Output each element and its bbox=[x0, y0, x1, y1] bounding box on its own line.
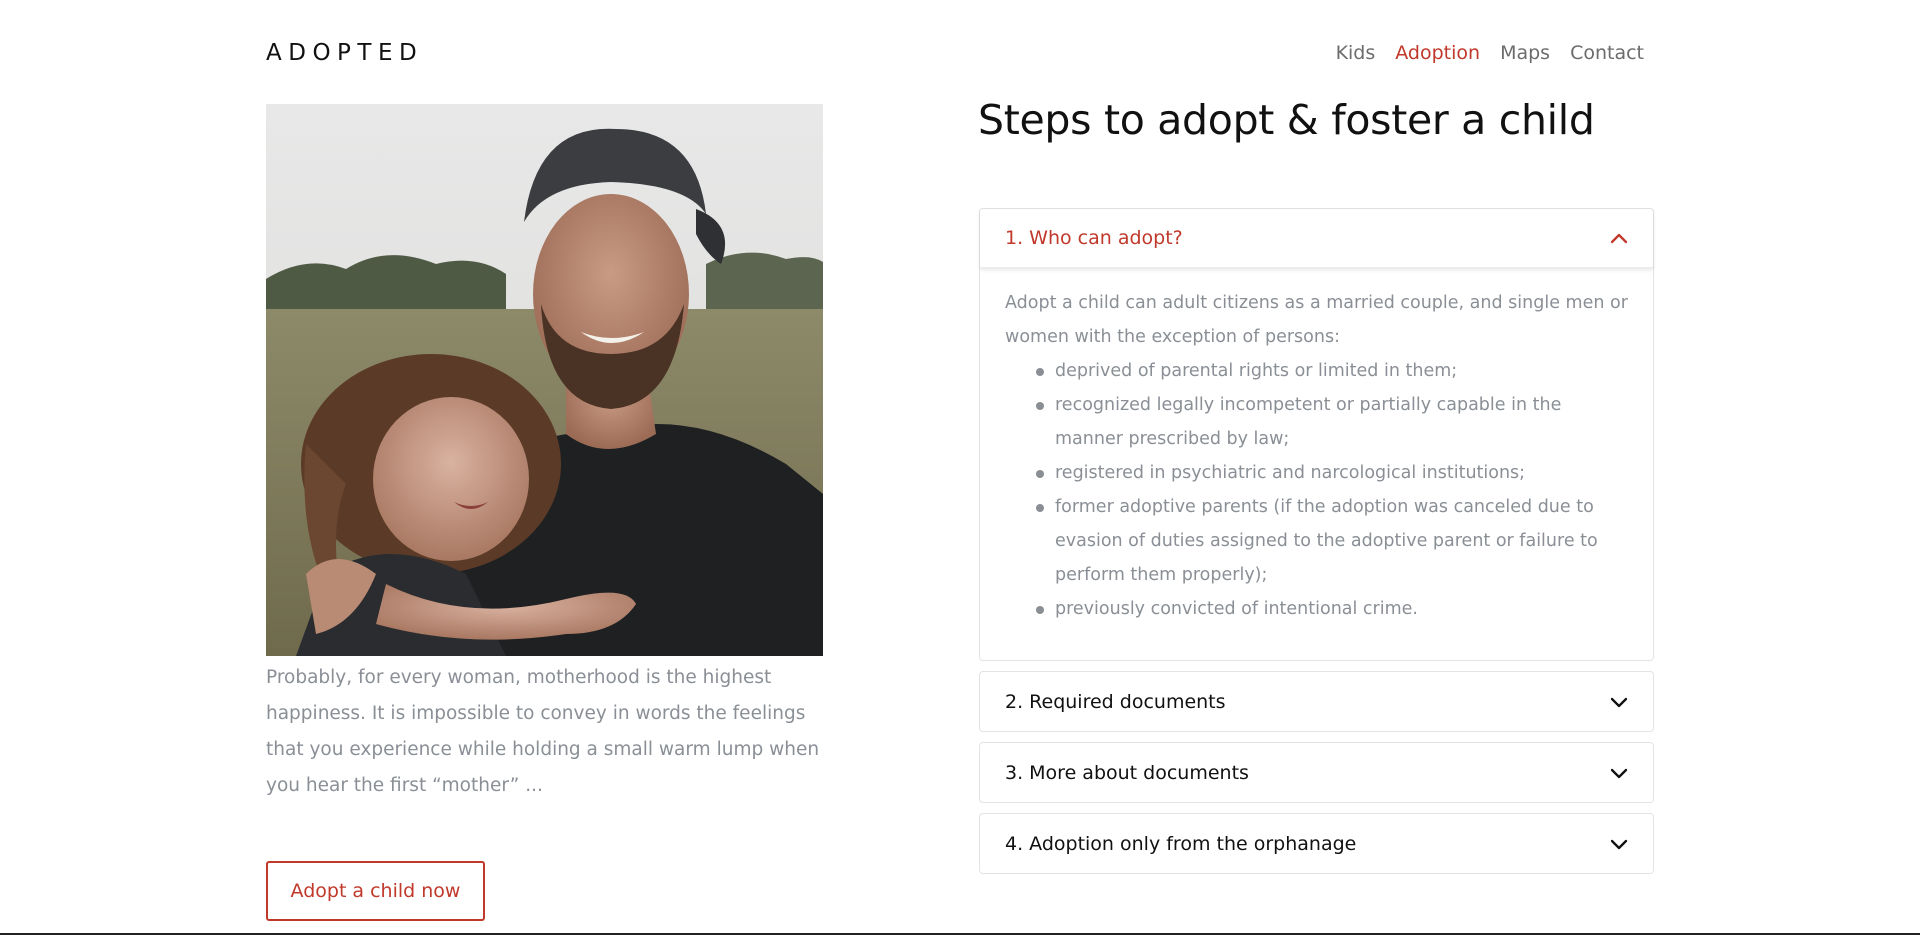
accordion-header-more-documents[interactable]: 3. More about documents bbox=[980, 743, 1653, 802]
page: ADOPTED Kids Adoption Maps Contact Proba… bbox=[0, 0, 1920, 935]
nav-adoption[interactable]: Adoption bbox=[1395, 42, 1480, 64]
accordion-title: 2. Required documents bbox=[1005, 690, 1226, 713]
logo[interactable]: ADOPTED bbox=[266, 40, 423, 66]
accordion-title: 3. More about documents bbox=[1005, 761, 1249, 784]
list-item: recognized legally incompetent or partia… bbox=[1030, 388, 1629, 456]
steps-accordion: 1. Who can adopt? Adopt a child can adul… bbox=[979, 208, 1654, 874]
accordion-item: 4. Adoption only from the orphanage bbox=[979, 813, 1654, 874]
accordion-body-text: Adopt a child can adult citizens as a ma… bbox=[1005, 293, 1628, 347]
list-item: registered in psychiatric and narcologic… bbox=[1030, 456, 1629, 490]
nav-contact[interactable]: Contact bbox=[1570, 42, 1644, 64]
accordion-header-orphanage[interactable]: 4. Adoption only from the orphanage bbox=[980, 814, 1653, 873]
list-item: previously convicted of intentional crim… bbox=[1030, 592, 1629, 626]
chevron-down-icon bbox=[1610, 697, 1628, 707]
nav-maps[interactable]: Maps bbox=[1500, 42, 1550, 64]
adopt-child-button[interactable]: Adopt a child now bbox=[266, 861, 485, 921]
accordion-body: Adopt a child can adult citizens as a ma… bbox=[980, 268, 1653, 660]
list-item: deprived of parental rights or limited i… bbox=[1030, 354, 1629, 388]
accordion-item: 3. More about documents bbox=[979, 742, 1654, 803]
chevron-up-icon bbox=[1610, 233, 1628, 244]
eligibility-list: deprived of parental rights or limited i… bbox=[1030, 354, 1629, 626]
father-daughter-image bbox=[266, 104, 823, 656]
main-nav: Kids Adoption Maps Contact bbox=[1336, 42, 1644, 64]
chevron-down-icon bbox=[1610, 839, 1628, 849]
intro-text: Probably, for every woman, motherhood is… bbox=[266, 667, 820, 796]
hero-photo bbox=[266, 104, 823, 656]
accordion-header-who-can-adopt[interactable]: 1. Who can adopt? bbox=[980, 209, 1653, 268]
accordion-header-required-documents[interactable]: 2. Required documents bbox=[980, 672, 1653, 731]
chevron-down-icon bbox=[1610, 768, 1628, 778]
list-item: former adoptive parents (if the adoption… bbox=[1030, 490, 1629, 592]
accordion-item: 1. Who can adopt? Adopt a child can adul… bbox=[979, 208, 1654, 661]
accordion-item: 2. Required documents bbox=[979, 671, 1654, 732]
accordion-title: 4. Adoption only from the orphanage bbox=[1005, 832, 1357, 855]
nav-kids[interactable]: Kids bbox=[1336, 42, 1376, 64]
page-title: Steps to adopt & foster a child bbox=[978, 96, 1595, 144]
accordion-title: 1. Who can adopt? bbox=[1005, 227, 1183, 249]
site-header: ADOPTED Kids Adoption Maps Contact bbox=[266, 30, 1644, 76]
